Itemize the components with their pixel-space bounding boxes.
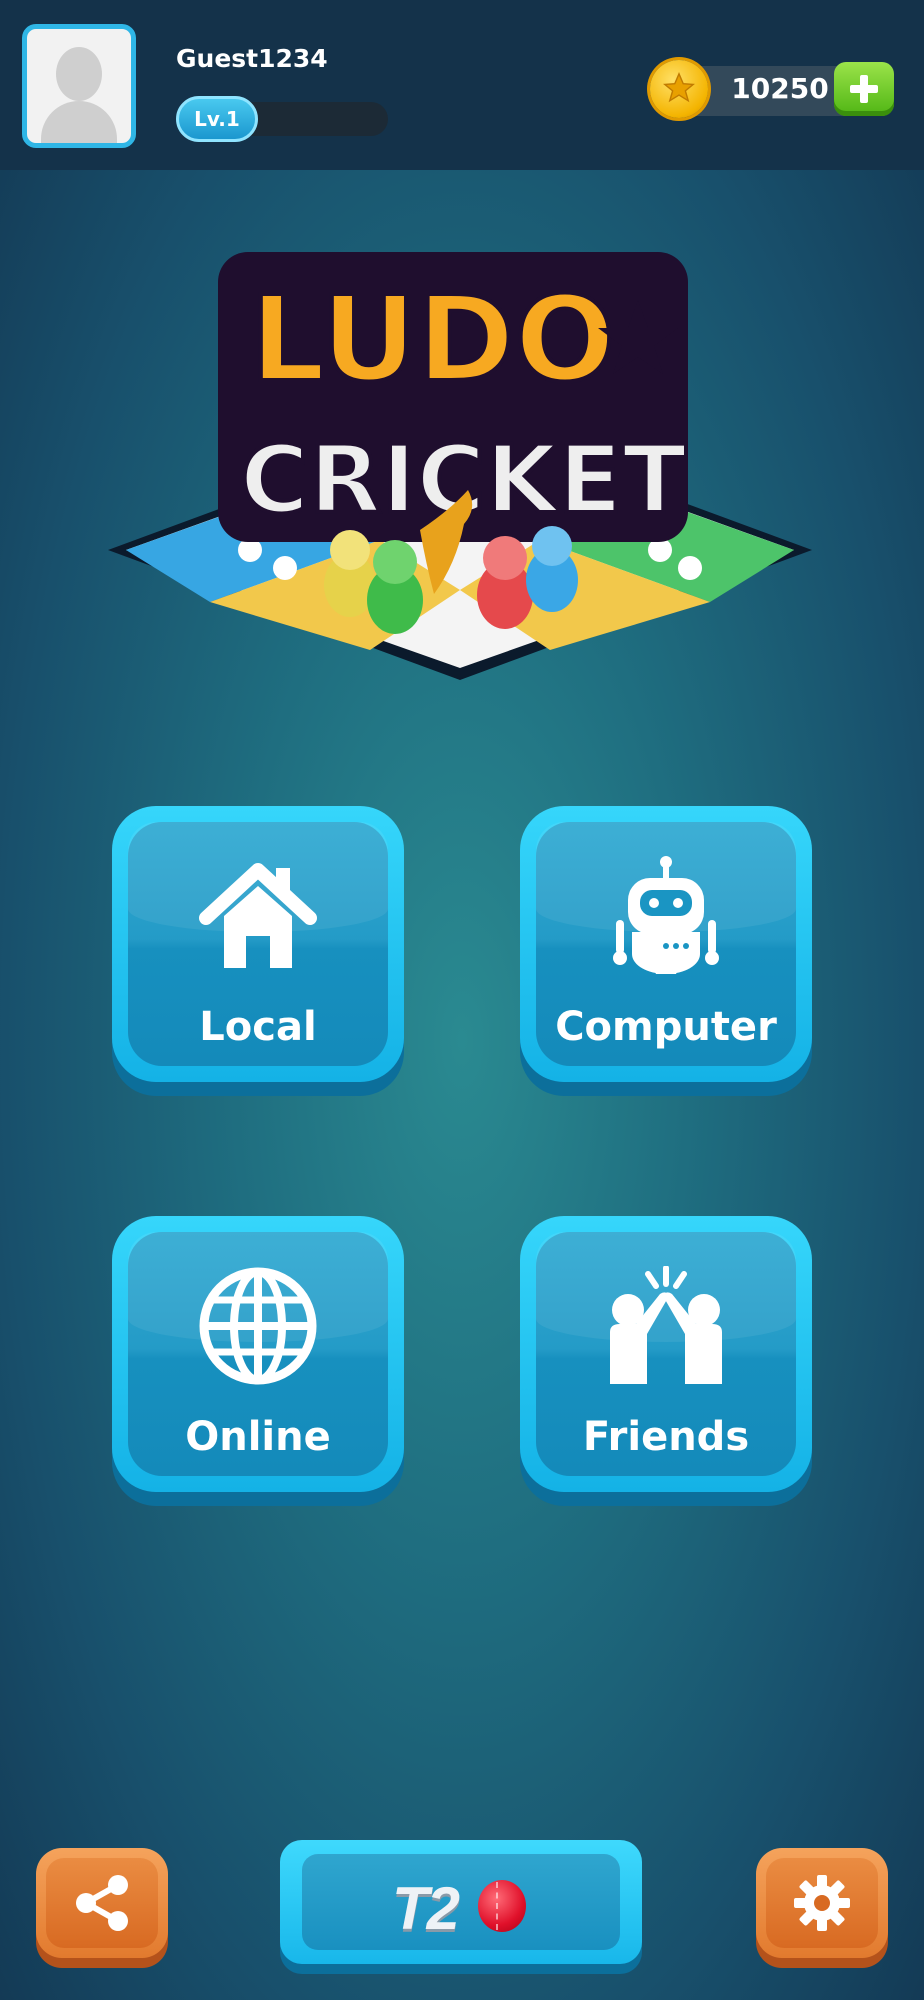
- pawn-blue-icon: [526, 526, 578, 612]
- t20-mode-button[interactable]: T2: [280, 1840, 642, 1974]
- online-label: Online: [185, 1414, 331, 1460]
- local-label: Local: [199, 1004, 317, 1050]
- username: Guest1234: [176, 44, 328, 73]
- high-five-icon: [610, 1266, 722, 1384]
- settings-button[interactable]: [756, 1848, 888, 1968]
- local-mode-button[interactable]: Local: [112, 806, 404, 1096]
- avatar-silhouette-icon: [56, 47, 102, 101]
- avatar[interactable]: [22, 24, 136, 148]
- logo-text-ludo: LUDO: [250, 270, 615, 408]
- cricket-ball-icon: [478, 1880, 526, 1932]
- plus-icon: [850, 75, 878, 103]
- t20-label: T2: [392, 1875, 460, 1942]
- globe-icon: [199, 1267, 317, 1385]
- online-mode-button[interactable]: Online: [112, 1216, 404, 1506]
- share-button[interactable]: [36, 1848, 168, 1968]
- gear-icon: [794, 1875, 850, 1931]
- coin-balance: 10250: [731, 72, 829, 105]
- pawn-red-icon: [477, 536, 533, 629]
- star-coin-icon: [650, 60, 708, 118]
- friends-mode-button[interactable]: Friends: [520, 1216, 812, 1506]
- pawn-green-icon: [367, 540, 423, 634]
- add-coins-button[interactable]: [834, 62, 894, 116]
- level-badge: Lv.1: [176, 96, 258, 142]
- computer-label: Computer: [555, 1004, 777, 1050]
- house-icon: [199, 863, 317, 968]
- robot-icon: [613, 856, 719, 974]
- game-logo: LUDO CRICKET: [108, 252, 812, 680]
- share-icon: [76, 1875, 128, 1931]
- friends-label: Friends: [582, 1414, 750, 1460]
- computer-mode-button[interactable]: Computer: [520, 806, 812, 1096]
